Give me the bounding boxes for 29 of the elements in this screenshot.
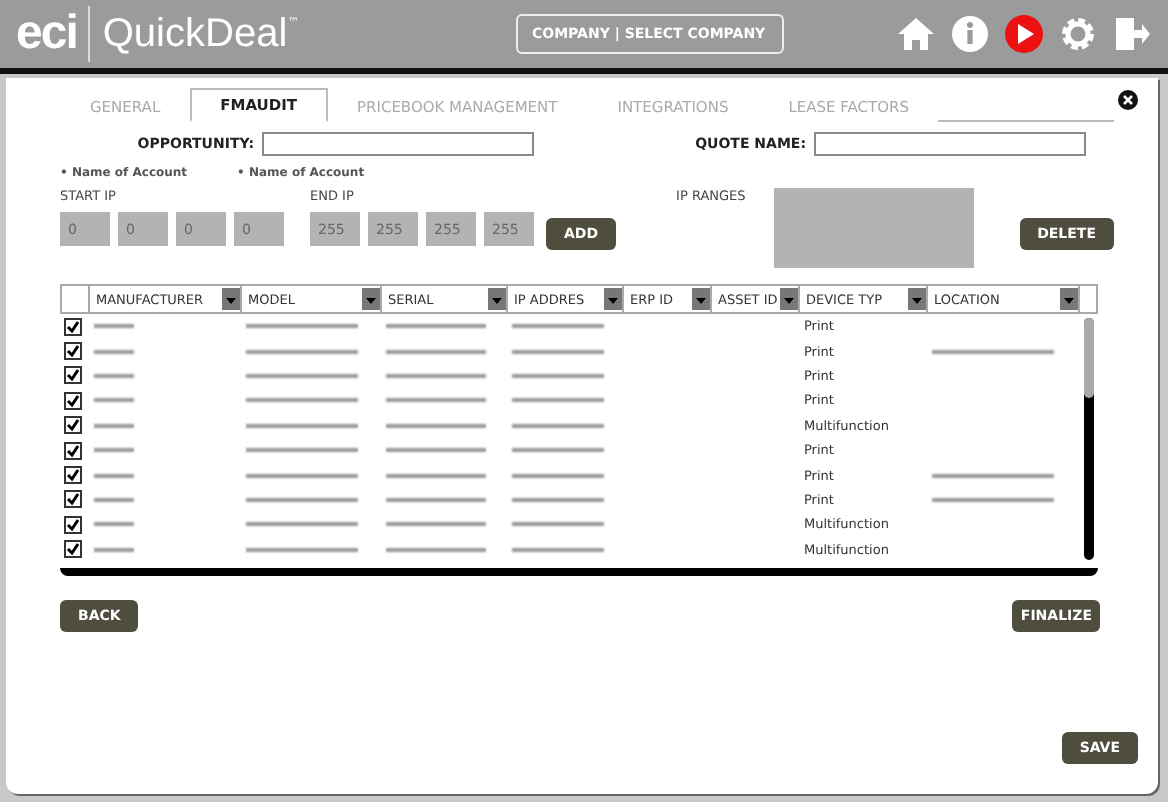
row-checkbox[interactable] bbox=[64, 342, 82, 361]
dropdown-icon[interactable] bbox=[604, 288, 622, 310]
quote-name-field[interactable] bbox=[814, 132, 1086, 156]
row-checkbox[interactable] bbox=[64, 540, 82, 559]
dropdown-icon[interactable] bbox=[692, 288, 710, 310]
dropdown-icon[interactable] bbox=[362, 288, 380, 310]
home-icon[interactable] bbox=[896, 14, 936, 54]
settings-icon[interactable] bbox=[1058, 14, 1098, 54]
scrollbar[interactable] bbox=[1084, 318, 1094, 560]
dropdown-icon[interactable] bbox=[908, 288, 926, 310]
product-name: QuickDeal bbox=[100, 11, 288, 57]
row-checkbox[interactable] bbox=[64, 317, 82, 336]
info-icon[interactable] bbox=[950, 14, 990, 54]
exit-icon[interactable] bbox=[1112, 14, 1152, 54]
dropdown-icon[interactable] bbox=[780, 288, 798, 310]
row-checkbox[interactable] bbox=[64, 515, 82, 534]
row-checkbox[interactable] bbox=[64, 441, 82, 460]
opportunity-field[interactable] bbox=[262, 132, 534, 156]
dropdown-icon[interactable] bbox=[222, 288, 240, 310]
dropdown-icon[interactable] bbox=[488, 288, 506, 310]
close-icon[interactable] bbox=[1118, 90, 1138, 110]
play-icon[interactable] bbox=[1004, 14, 1044, 54]
row-checkbox[interactable] bbox=[64, 466, 82, 485]
row-checkbox[interactable] bbox=[64, 416, 82, 435]
row-checkbox[interactable] bbox=[64, 391, 82, 410]
brand-logo: eci bbox=[16, 6, 91, 62]
dropdown-icon[interactable] bbox=[1060, 288, 1078, 310]
row-checkbox[interactable] bbox=[64, 366, 82, 385]
row-checkbox[interactable] bbox=[64, 490, 82, 509]
